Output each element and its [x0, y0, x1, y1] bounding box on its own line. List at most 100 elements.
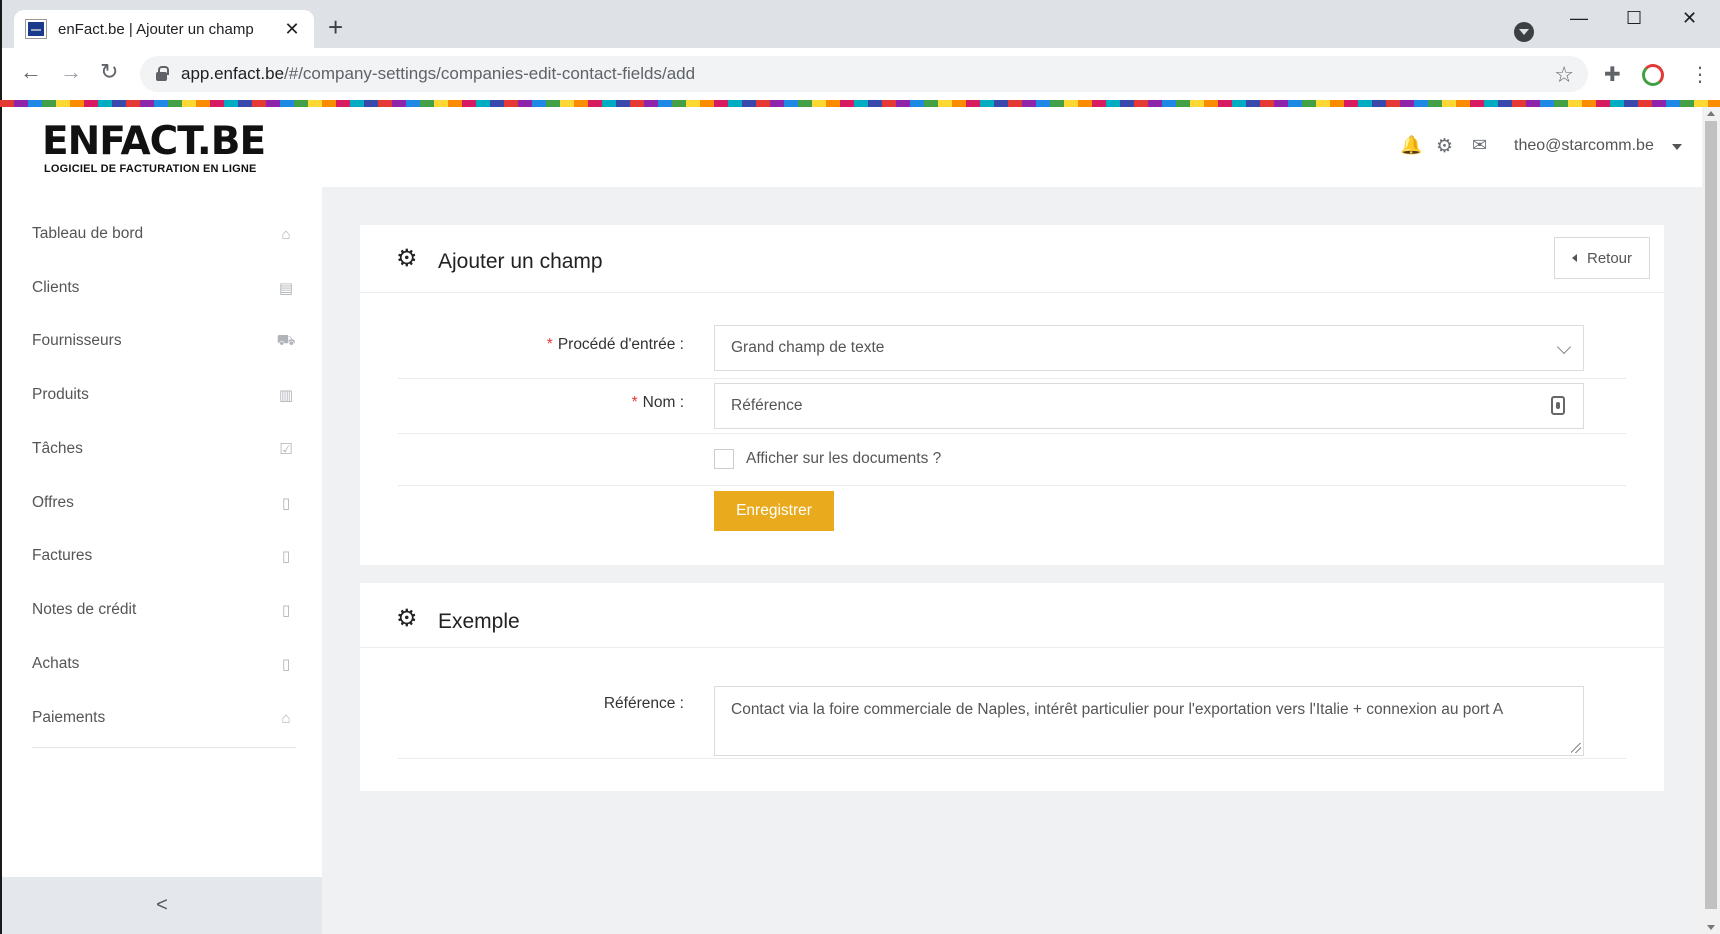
- sidebar-item-dashboard[interactable]: Tableau de bord ⌂: [32, 207, 296, 261]
- browser-tab-bar: enFact.be | Ajouter un champ ✕ + — ☐ ✕: [0, 0, 1720, 48]
- sidebar-item-label: Fournisseurs: [32, 332, 122, 349]
- url-host: app.enfact.be: [181, 64, 285, 83]
- pdf-file-icon: ▯: [281, 495, 291, 512]
- name-row: * Nom : Référence: [398, 379, 1626, 434]
- caret-down-icon[interactable]: [1672, 144, 1682, 150]
- chevron-down-icon: [1556, 339, 1572, 355]
- name-input[interactable]: Référence: [714, 383, 1584, 429]
- lock-icon: [156, 65, 169, 81]
- card-title: Exemple: [438, 610, 520, 633]
- user-menu[interactable]: theo@starcomm.be: [1514, 137, 1654, 155]
- app-container: ENFACT.BE LOGICIEL DE FACTURATION EN LIG…: [0, 107, 1702, 934]
- sidebar-item-products[interactable]: Produits ▥: [32, 368, 296, 422]
- sidebar-item-label: Tâches: [32, 440, 83, 457]
- card-title: Ajouter un champ: [438, 250, 603, 273]
- required-mark: *: [546, 336, 553, 353]
- input-method-label: * Procédé d'entrée :: [547, 336, 684, 354]
- close-window-button[interactable]: ✕: [1682, 8, 1697, 29]
- favicon-icon: [25, 19, 47, 39]
- profile-menu-icon[interactable]: [1514, 22, 1534, 42]
- bookmark-star-icon[interactable]: ☆: [1554, 62, 1574, 88]
- color-stripe: [0, 100, 1720, 107]
- sidebar-divider: [32, 747, 296, 748]
- bell-icon[interactable]: 🔔: [1400, 135, 1422, 156]
- name-label-text: Nom :: [642, 394, 684, 411]
- back-button[interactable]: Retour: [1554, 237, 1650, 279]
- input-method-value: Grand champ de texte: [731, 339, 885, 356]
- example-textarea[interactable]: Contact via la foire commerciale de Napl…: [714, 686, 1584, 756]
- example-textarea-value: Contact via la foire commerciale de Napl…: [731, 701, 1504, 718]
- truck-icon: ⛟: [276, 331, 296, 349]
- forward-arrow-icon[interactable]: →: [60, 61, 82, 83]
- clipboard-check-icon: ☑: [279, 441, 293, 458]
- settings-icon[interactable]: ⚙: [1436, 135, 1453, 158]
- resize-handle-icon[interactable]: [1571, 743, 1581, 753]
- sidebar-item-label: Factures: [32, 547, 93, 564]
- show-on-docs-label: Afficher sur les documents ?: [746, 450, 942, 467]
- main-content: ⚙ Ajouter un champ Retour * Procédé d'ent…: [322, 187, 1702, 934]
- name-value: Référence: [731, 397, 803, 414]
- app-header: ENFACT.BE LOGICIEL DE FACTURATION EN LIG…: [2, 107, 1702, 187]
- card-header: ⚙ Ajouter un champ Retour: [360, 225, 1664, 293]
- address-book-icon: ▤: [278, 280, 294, 297]
- name-label: * Nom :: [632, 394, 684, 412]
- url-path: /#/company-settings/companies-edit-conta…: [284, 64, 696, 83]
- save-button[interactable]: Enregistrer: [714, 491, 834, 531]
- browser-menu-icon[interactable]: ⋮: [1690, 62, 1710, 87]
- logo[interactable]: ENFACT.BE: [42, 119, 266, 164]
- pdf-file-icon: ▯: [281, 602, 291, 619]
- page-scrollbar[interactable]: [1702, 107, 1720, 934]
- extension-sync-icon[interactable]: [1642, 64, 1664, 86]
- input-method-row: * Procédé d'entrée : Grand champ de texte: [398, 293, 1626, 379]
- example-row: Référence : Contact via la foire commerc…: [398, 648, 1626, 759]
- scroll-up-icon[interactable]: [1707, 111, 1715, 116]
- add-field-card: ⚙ Ajouter un champ Retour * Procédé d'ent…: [360, 225, 1664, 565]
- sidebar-collapse-button[interactable]: <: [2, 877, 322, 934]
- show-on-docs-checkbox[interactable]: [714, 449, 734, 469]
- pdf-file-icon: ▯: [281, 656, 291, 673]
- sidebar-item-label: Tableau de bord: [32, 225, 144, 242]
- logo-tagline: LOGICIEL DE FACTURATION EN LIGNE: [44, 163, 257, 175]
- sidebar-item-quotes[interactable]: Offres ▯: [32, 476, 296, 530]
- minimize-button[interactable]: —: [1570, 8, 1588, 29]
- show-on-docs-row: Afficher sur les documents ?: [398, 434, 1626, 486]
- reload-icon[interactable]: ↻: [100, 61, 118, 83]
- sidebar-item-clients[interactable]: Clients ▤: [32, 261, 296, 315]
- extensions-icon[interactable]: ✚: [1604, 62, 1621, 87]
- sidebar-item-purchases[interactable]: Achats ▯: [32, 637, 296, 691]
- scrollbar-thumb[interactable]: [1705, 121, 1717, 909]
- browser-toolbar: ← → ↻ app.enfact.be/#/company-settings/c…: [0, 48, 1720, 100]
- back-arrow-icon[interactable]: ←: [20, 61, 42, 83]
- back-button-label: Retour: [1586, 249, 1633, 267]
- barcode-icon: ▥: [278, 387, 294, 404]
- example-field-label: Référence :: [603, 695, 684, 712]
- sidebar-item-label: Clients: [32, 279, 80, 296]
- sidebar-item-suppliers[interactable]: Fournisseurs ⛟: [32, 314, 296, 368]
- sidebar-item-tasks[interactable]: Tâches ☑: [32, 422, 296, 476]
- required-mark: *: [631, 394, 638, 411]
- gear-icon: ⚙: [396, 605, 418, 632]
- tab-title: enFact.be | Ajouter un champ: [58, 20, 254, 38]
- address-bar[interactable]: app.enfact.be/#/company-settings/compani…: [140, 56, 1588, 92]
- scroll-down-icon[interactable]: [1707, 925, 1715, 930]
- sidebar-item-invoices[interactable]: Factures ▯: [32, 529, 296, 583]
- card-header: ⚙ Exemple: [360, 583, 1664, 648]
- browser-tab[interactable]: enFact.be | Ajouter un champ ✕: [14, 10, 314, 48]
- sidebar-item-label: Notes de crédit: [32, 601, 137, 618]
- sidebar-item-label: Paiements: [32, 709, 106, 726]
- input-method-label-text: Procédé d'entrée :: [557, 336, 684, 353]
- mail-icon[interactable]: ✉: [1472, 135, 1487, 156]
- maximize-button[interactable]: ☐: [1626, 8, 1642, 29]
- input-method-select[interactable]: Grand champ de texte: [714, 325, 1584, 371]
- contact-card-icon: [1551, 396, 1565, 415]
- sidebar-item-credit-notes[interactable]: Notes de crédit ▯: [32, 583, 296, 637]
- gear-icon: ⚙: [396, 245, 418, 272]
- new-tab-button[interactable]: +: [328, 14, 343, 40]
- bank-icon: ⌂: [281, 709, 291, 727]
- example-card: ⚙ Exemple Référence : Contact via la foi…: [360, 583, 1664, 791]
- home-icon: ⌂: [281, 225, 291, 243]
- sidebar-item-payments[interactable]: Paiements ⌂: [32, 691, 296, 745]
- close-tab-icon[interactable]: ✕: [282, 19, 302, 40]
- sidebar-item-label: Achats: [32, 655, 80, 672]
- caret-left-icon: [1571, 254, 1577, 262]
